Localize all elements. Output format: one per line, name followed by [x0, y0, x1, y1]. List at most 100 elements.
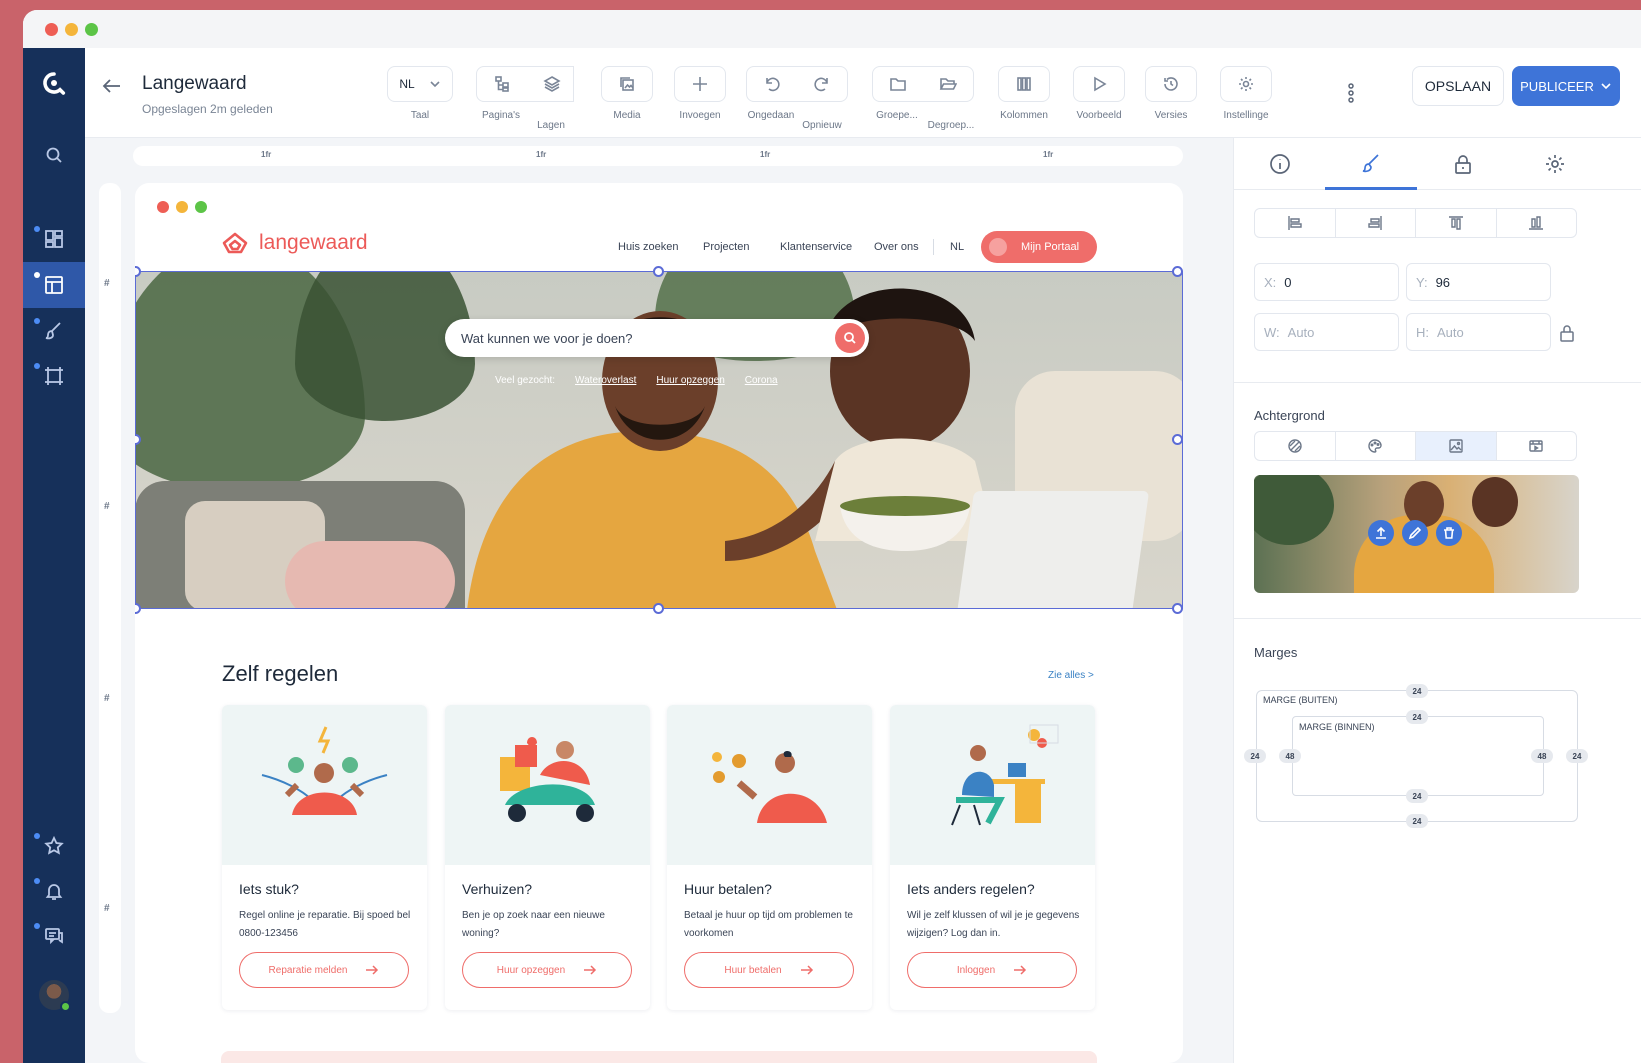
margins-label: Marges: [1254, 645, 1298, 660]
bg-none-button[interactable]: [1255, 432, 1336, 460]
language-select[interactable]: NL Taal: [387, 66, 453, 130]
column-label: 1fr: [261, 150, 272, 159]
inner-margin-bottom[interactable]: 24: [1406, 789, 1428, 803]
column-label: 1fr: [536, 150, 547, 159]
card-cta-button[interactable]: Reparatie melden: [239, 952, 409, 988]
tool-redo[interactable]: Opnieuw: [796, 112, 848, 132]
align-top-button[interactable]: [1416, 209, 1497, 237]
tool-versions[interactable]: Versies: [1145, 66, 1197, 130]
editor-canvas[interactable]: 1fr 1fr 1fr 1fr # # # # langewaard Huis …: [85, 138, 1233, 1063]
resize-handle-bottom-left[interactable]: [135, 603, 141, 614]
rail-layout-button[interactable]: [23, 262, 85, 308]
width-input[interactable]: W: Auto: [1254, 313, 1399, 351]
save-button[interactable]: OPSLAAN: [1412, 66, 1504, 106]
y-position-input[interactable]: Y: 96: [1406, 263, 1551, 301]
gear-icon: [1546, 155, 1564, 173]
arrow-right-icon: [366, 965, 379, 975]
more-options-icon[interactable]: [1347, 82, 1355, 104]
info-icon: [1270, 154, 1290, 174]
inner-margin-top[interactable]: 24: [1406, 710, 1428, 724]
nav-link[interactable]: Projecten: [703, 241, 749, 253]
rail-frame-button[interactable]: [23, 353, 85, 399]
brush-icon: [1362, 153, 1379, 172]
rail-messages-button[interactable]: [23, 913, 85, 959]
rail-design-button[interactable]: [23, 308, 85, 354]
card-illustration: [222, 705, 427, 865]
tool-layers[interactable]: Lagen: [526, 112, 576, 132]
x-position-input[interactable]: X: 0: [1254, 263, 1399, 301]
outer-margin-left[interactable]: 24: [1244, 749, 1266, 763]
close-window-button[interactable]: [45, 23, 58, 36]
card-cta-button[interactable]: Huur betalen: [684, 952, 854, 988]
bg-image-button[interactable]: [1416, 432, 1497, 460]
tab-settings[interactable]: [1509, 138, 1601, 190]
aspect-lock-icon[interactable]: [1559, 324, 1575, 342]
nav-link[interactable]: Klantenservice: [780, 241, 852, 253]
minimize-window-button[interactable]: [65, 23, 78, 36]
resize-handle-right[interactable]: [1172, 434, 1183, 445]
publish-button[interactable]: PUBLICEER: [1512, 66, 1620, 106]
card-text: Wil je zelf klussen of wil je je gegeven…: [907, 910, 1080, 939]
site-logo[interactable]: langewaard: [221, 231, 368, 255]
nav-link[interactable]: Over ons: [874, 241, 919, 253]
house-logo-icon: [222, 232, 248, 254]
tab-permissions[interactable]: [1417, 138, 1509, 190]
maximize-window-button[interactable]: [85, 23, 98, 36]
tool-ungroup[interactable]: Degroep...: [922, 112, 980, 132]
tool-label: Instellinge: [1223, 110, 1269, 121]
align-right-icon: [1368, 216, 1382, 230]
outer-margin-right[interactable]: 24: [1566, 749, 1588, 763]
tool-pages[interactable]: Pagina's: [476, 66, 574, 130]
resize-handle-bottom-right[interactable]: [1172, 603, 1183, 614]
align-right-button[interactable]: [1336, 209, 1416, 237]
tool-columns[interactable]: Kolommen: [995, 66, 1053, 130]
tool-media[interactable]: Media: [601, 66, 653, 130]
portal-button[interactable]: Mijn Portaal: [981, 231, 1097, 263]
notification-dot: [34, 363, 40, 369]
height-input[interactable]: H: Auto: [1406, 313, 1551, 351]
card-title: Iets stuk?: [239, 881, 299, 897]
tool-group[interactable]: Groepe...: [872, 66, 974, 130]
tab-info[interactable]: [1234, 138, 1326, 190]
align-left-button[interactable]: [1255, 209, 1336, 237]
chevron-down-icon: [1601, 83, 1611, 90]
service-card[interactable]: Iets stuk? Regel online je reparatie. Bi…: [222, 705, 427, 1010]
user-avatar[interactable]: [39, 980, 71, 1012]
nav-language[interactable]: NL: [950, 241, 964, 253]
inner-margin-right[interactable]: 48: [1531, 749, 1553, 763]
align-bottom-button[interactable]: [1497, 209, 1577, 237]
rail-search-button[interactable]: [23, 132, 85, 178]
card-cta-button[interactable]: Huur opzeggen: [462, 952, 632, 988]
tool-insert[interactable]: Invoegen: [674, 66, 726, 130]
nav-link[interactable]: Huis zoeken: [618, 241, 679, 253]
resize-handle-top[interactable]: [653, 266, 664, 277]
gear-icon: [1239, 77, 1253, 91]
inner-margin-left[interactable]: 48: [1279, 749, 1301, 763]
card-cta-button[interactable]: Inloggen: [907, 952, 1077, 988]
resize-handle-bottom[interactable]: [653, 603, 664, 614]
see-all-link[interactable]: Zie alles >: [1048, 670, 1094, 681]
upload-image-button[interactable]: [1368, 520, 1394, 546]
service-card[interactable]: Iets anders regelen? Wil je zelf klussen…: [890, 705, 1095, 1010]
outer-margin-top[interactable]: 24: [1406, 684, 1428, 698]
service-card[interactable]: Huur betalen? Betaal je huur op tijd om …: [667, 705, 872, 1010]
tool-undo[interactable]: Ongedaan: [746, 66, 848, 130]
rail-dashboard-button[interactable]: [23, 216, 85, 262]
rail-notifications-button[interactable]: [23, 868, 85, 914]
edit-image-button[interactable]: [1402, 520, 1428, 546]
align-top-icon: [1448, 216, 1463, 230]
brand-name: langewaard: [259, 231, 368, 254]
bg-color-button[interactable]: [1336, 432, 1416, 460]
outer-margin-bottom[interactable]: 24: [1406, 814, 1428, 828]
bg-video-button[interactable]: [1497, 432, 1577, 460]
upload-icon: [1376, 526, 1386, 539]
service-card[interactable]: Verhuizen? Ben je op zoek naar een nieuw…: [445, 705, 650, 1010]
rail-favorites-button[interactable]: [23, 823, 85, 869]
back-arrow-icon[interactable]: [100, 74, 124, 98]
background-image-thumbnail[interactable]: [1254, 475, 1579, 593]
delete-image-button[interactable]: [1436, 520, 1462, 546]
tab-design[interactable]: [1325, 138, 1417, 190]
tool-settings[interactable]: Instellinge: [1218, 66, 1274, 130]
tool-preview[interactable]: Voorbeeld: [1070, 66, 1128, 130]
resize-handle-top-right[interactable]: [1172, 266, 1183, 277]
